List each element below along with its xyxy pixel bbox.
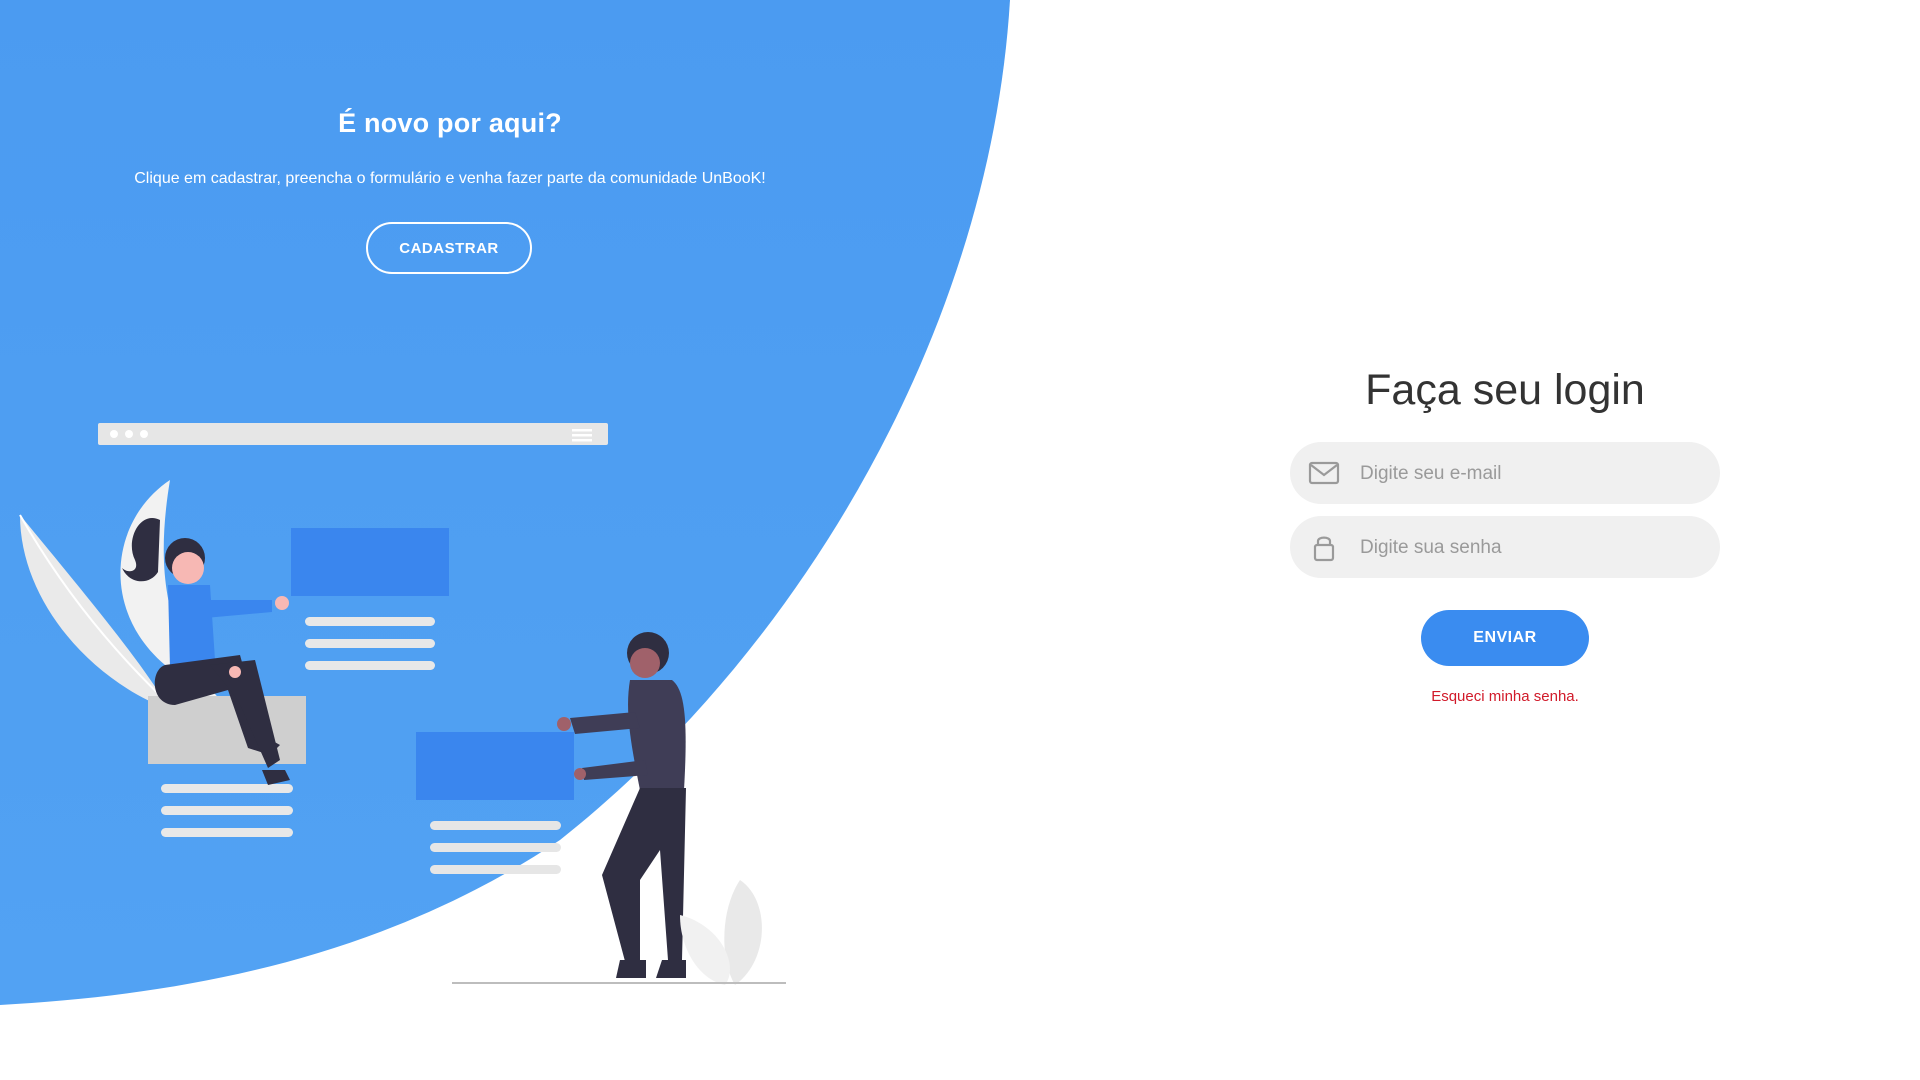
email-field-container: [1290, 442, 1720, 506]
promo-text: Clique em cadastrar, preencha o formulár…: [134, 170, 766, 187]
register-button[interactable]: CADASTRAR: [366, 222, 532, 274]
forgot-password-link[interactable]: Esqueci minha senha.: [1290, 688, 1720, 705]
leaf-decoration-right: [680, 880, 762, 985]
email-input[interactable]: [1358, 442, 1702, 506]
login-title: Faça seu login: [1365, 366, 1645, 414]
login-page: É novo por aqui? Clique em cadastrar, pr…: [0, 0, 1920, 1080]
submit-button[interactable]: ENVIAR: [1421, 610, 1589, 666]
password-field-container: [1290, 516, 1720, 580]
envelope-icon: [1308, 458, 1340, 488]
password-input[interactable]: [1358, 516, 1702, 580]
man-figure: [557, 632, 686, 978]
promo-title: É novo por aqui?: [338, 108, 562, 138]
lock-icon: [1308, 532, 1340, 562]
browser-bar-illustration: [98, 423, 608, 445]
login-form: Faça seu login ENVIAR Esqueci minha senh…: [1290, 350, 1720, 705]
